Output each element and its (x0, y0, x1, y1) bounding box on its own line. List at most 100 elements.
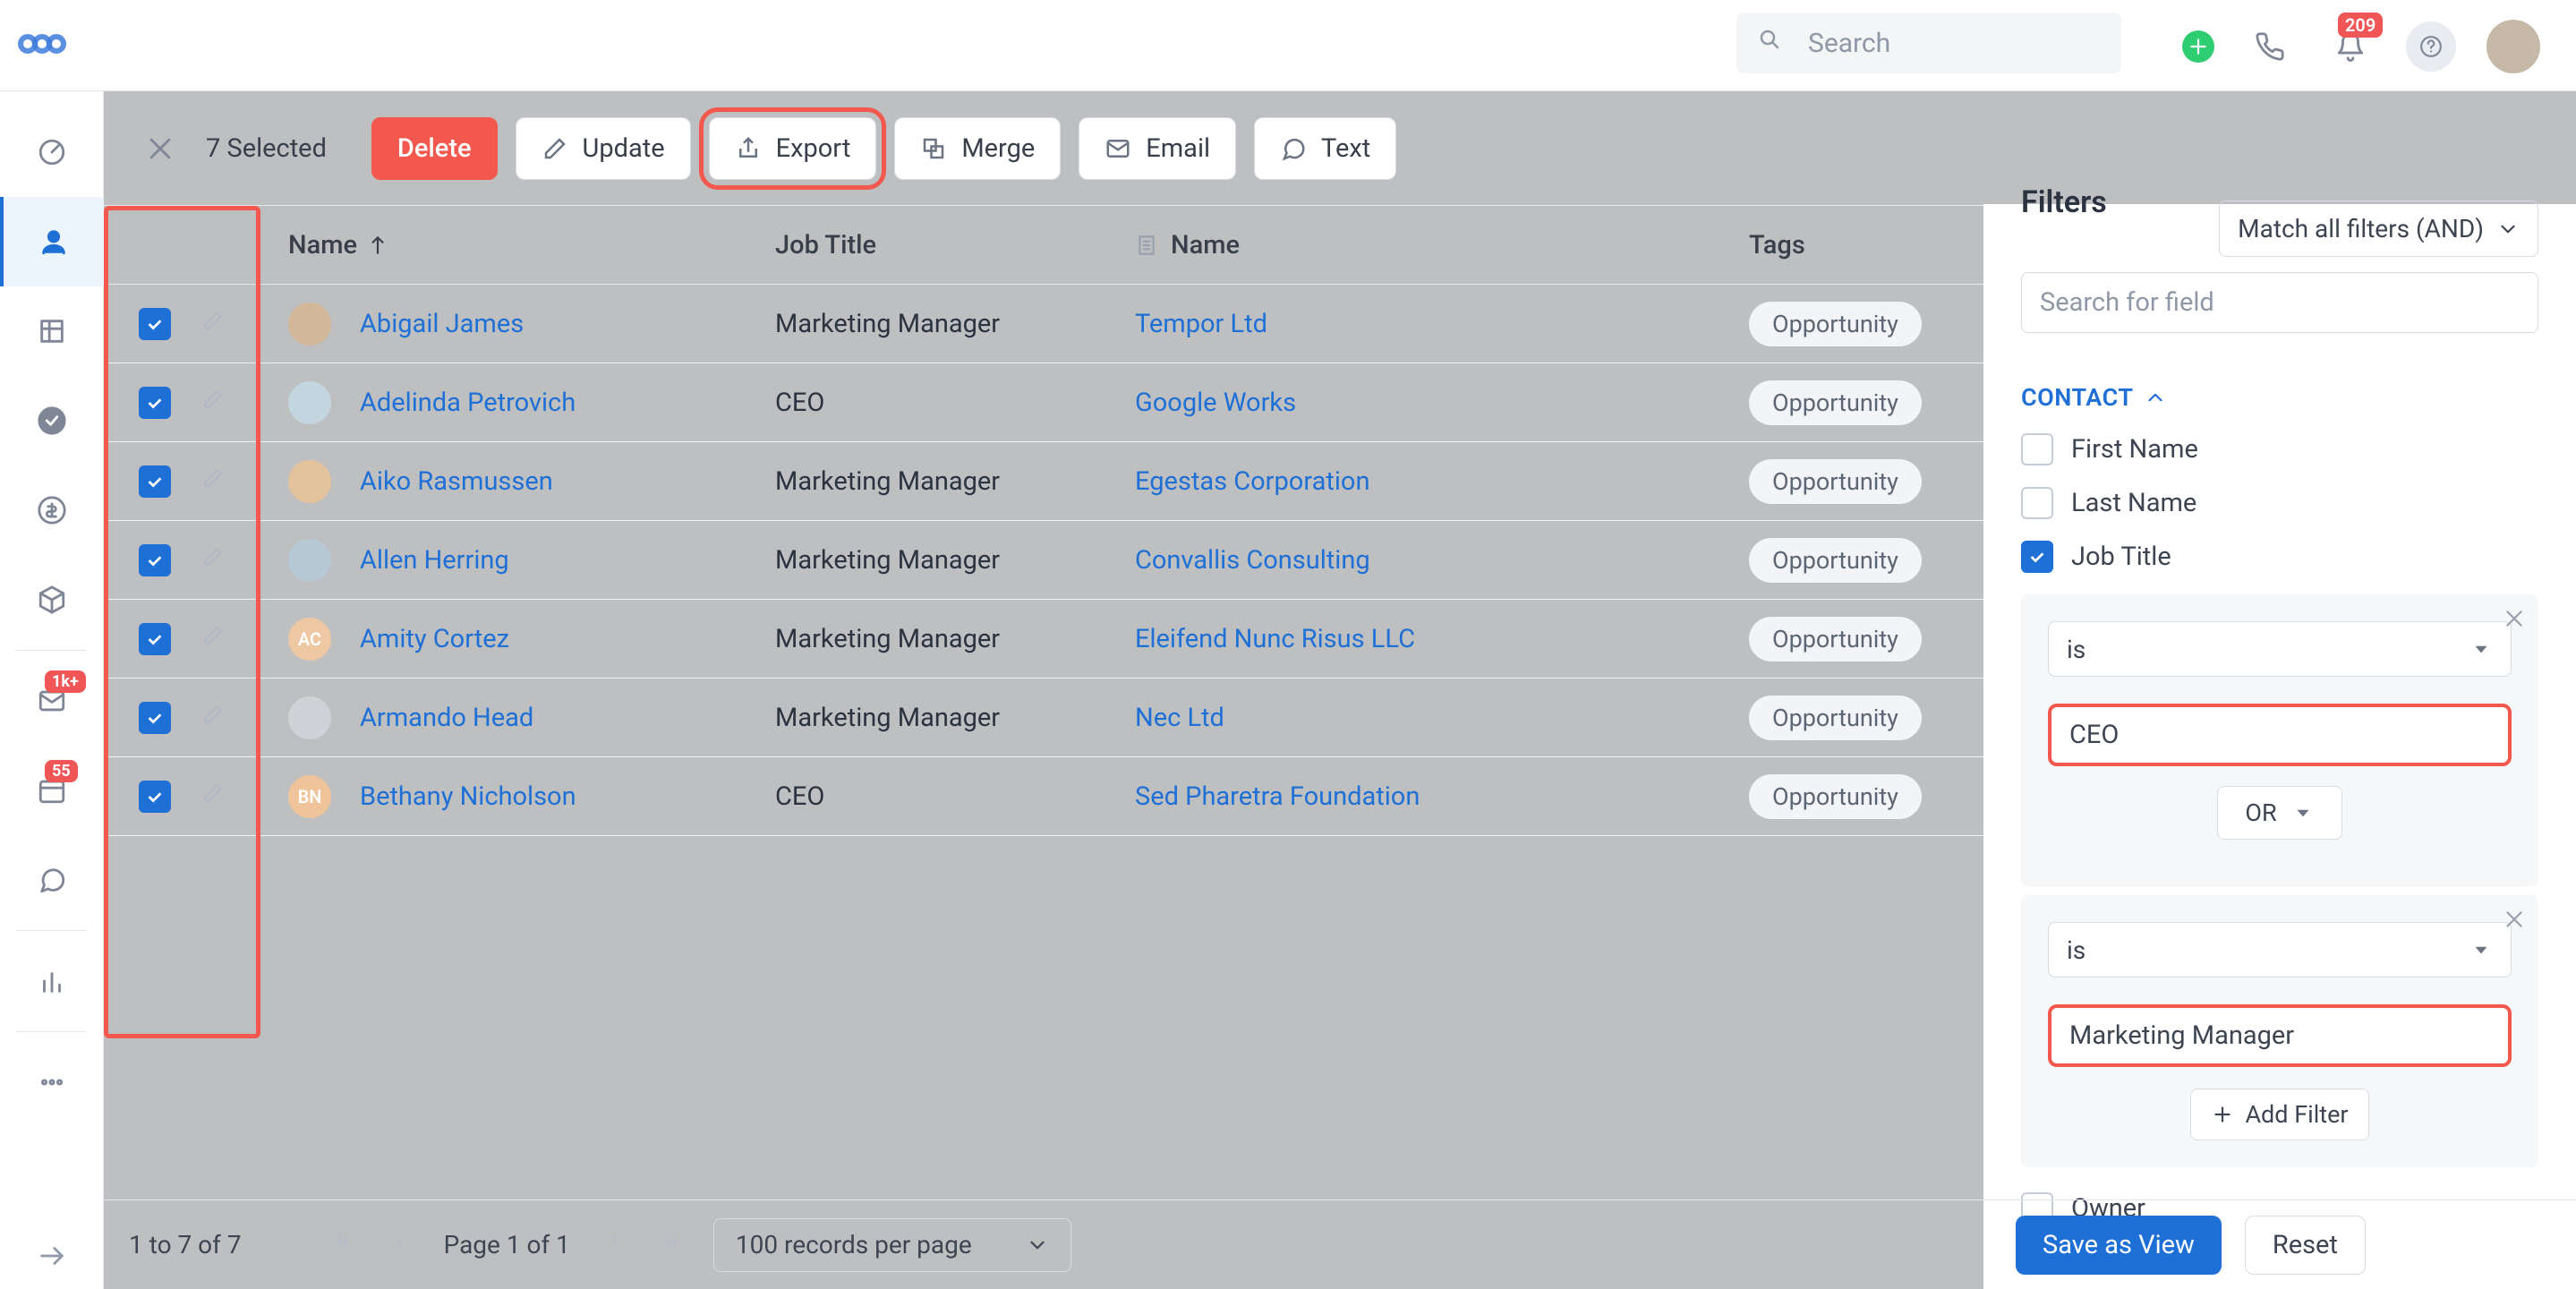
selected-count: 7 Selected (206, 133, 327, 164)
contact-name[interactable]: Adelinda Petrovich (360, 388, 576, 418)
save-view-button[interactable]: Save as View (2016, 1216, 2222, 1275)
logic-or[interactable]: OR (2217, 786, 2342, 840)
reset-button[interactable]: Reset (2245, 1216, 2366, 1275)
contact-name[interactable]: Bethany Nicholson (360, 781, 576, 812)
rail-more[interactable] (0, 1037, 104, 1127)
rail-mail[interactable]: 1k+ (0, 656, 104, 746)
bell-icon[interactable]: 209 (2325, 21, 2376, 72)
row-checkbox[interactable] (139, 623, 171, 655)
contact-name[interactable]: Aiko Rasmussen (360, 466, 553, 497)
phone-icon[interactable] (2245, 21, 2295, 72)
filter-first-name[interactable]: First Name (2021, 433, 2538, 465)
org-name[interactable]: Tempor Ltd (1135, 309, 1267, 339)
col-job[interactable]: Job Title (775, 230, 876, 260)
update-button[interactable]: Update (516, 117, 691, 180)
job-title-cell: Marketing Manager (775, 466, 1135, 497)
operator-select-1[interactable]: is (2048, 621, 2512, 677)
operator-select-2[interactable]: is (2048, 922, 2512, 977)
rail-calendar[interactable]: 55 (0, 746, 104, 835)
table-row[interactable]: Aiko Rasmussen Marketing ManagerEgestas C… (104, 442, 1983, 521)
table-row[interactable]: Allen HerringMarketing ManagerConvallis … (104, 521, 1983, 600)
contact-name[interactable]: Armando Head (360, 703, 533, 733)
user-avatar[interactable] (2486, 20, 2540, 73)
perpage-select[interactable]: 100 records per page (713, 1218, 1071, 1272)
rail-companies[interactable] (0, 286, 104, 376)
col-tags[interactable]: Tags (1749, 230, 1805, 260)
row-checkbox[interactable] (139, 308, 171, 340)
rail-collapse[interactable] (0, 1241, 104, 1271)
org-name[interactable]: Eleifend Nunc Risus LLC (1135, 624, 1415, 654)
row-checkbox[interactable] (139, 465, 171, 498)
rail-chat[interactable] (0, 835, 104, 925)
filter-value-2[interactable]: Marketing Manager (2048, 1004, 2512, 1067)
page-prev[interactable] (388, 1230, 412, 1259)
tag-pill: Opportunity (1749, 617, 1922, 662)
rail-dashboard[interactable] (0, 107, 104, 197)
rail-contacts[interactable] (0, 197, 104, 286)
edit-row-icon[interactable] (201, 388, 225, 418)
search-placeholder: Search (1808, 28, 1890, 59)
rail-tasks[interactable] (0, 376, 104, 465)
table-row[interactable]: BNBethany NicholsonCEOSed Pharetra Found… (104, 757, 1983, 836)
job-title-cell: Marketing Manager (775, 624, 1135, 654)
tag-pill: Opportunity (1749, 538, 1922, 583)
match-mode-select[interactable]: Match all filters (AND) (2219, 201, 2538, 257)
text-button[interactable]: Text (1254, 117, 1396, 180)
row-checkbox[interactable] (139, 387, 171, 419)
export-button[interactable]: Export (709, 117, 877, 180)
col-org[interactable]: Name (1171, 230, 1240, 260)
org-name[interactable]: Sed Pharetra Foundation (1135, 781, 1420, 812)
section-contact[interactable]: CONTACT (2021, 383, 2538, 412)
add-button[interactable] (2182, 30, 2214, 63)
row-checkbox[interactable] (139, 781, 171, 813)
org-name[interactable]: Google Works (1135, 388, 1296, 418)
chevron-down-icon (2496, 218, 2520, 241)
edit-row-icon[interactable] (201, 545, 225, 576)
table-row[interactable]: Abigail JamesMarketing ManagerTempor Ltd… (104, 285, 1983, 363)
page-first[interactable] (333, 1230, 356, 1259)
edit-row-icon[interactable] (201, 624, 225, 654)
page-next[interactable] (602, 1230, 626, 1259)
mail-icon (1105, 135, 1131, 162)
table-row[interactable]: Adelinda PetrovichCEOGoogle WorksOpportu… (104, 363, 1983, 442)
table-row[interactable]: ACAmity CortezMarketing ManagerEleifend … (104, 600, 1983, 679)
tag-pill: Opportunity (1749, 774, 1922, 819)
global-search[interactable]: Search (1736, 13, 2121, 73)
row-checkbox[interactable] (139, 702, 171, 734)
page-text: Page 1 of 1 (444, 1230, 570, 1259)
tag-pill: Opportunity (1749, 380, 1922, 425)
org-name[interactable]: Egestas Corporation (1135, 466, 1369, 497)
org-name[interactable]: Convallis Consulting (1135, 545, 1370, 576)
delete-button[interactable]: Delete (371, 117, 498, 180)
table-footer: 1 to 7 of 7 Page 1 of 1 100 records per … (104, 1199, 1983, 1289)
filter-job-title[interactable]: Job Title (2021, 541, 2538, 573)
contact-name[interactable]: Amity Cortez (360, 624, 509, 654)
col-name[interactable]: Name (288, 230, 357, 260)
help-icon[interactable] (2406, 21, 2456, 72)
edit-row-icon[interactable] (201, 309, 225, 339)
row-checkbox[interactable] (139, 544, 171, 576)
email-button[interactable]: Email (1079, 117, 1236, 180)
add-filter-button[interactable]: Add Filter (2190, 1088, 2369, 1140)
page-last[interactable] (658, 1230, 681, 1259)
org-name[interactable]: Nec Ltd (1135, 703, 1224, 733)
contact-name[interactable]: Abigail James (360, 309, 524, 339)
edit-row-icon[interactable] (201, 703, 225, 733)
rail-products[interactable] (0, 555, 104, 644)
clear-selection[interactable] (140, 128, 181, 169)
selection-toolbar: 7 Selected Delete Update Export Merge Em… (104, 91, 2576, 206)
rail-reports[interactable] (0, 936, 104, 1026)
filter-last-name[interactable]: Last Name (2021, 487, 2538, 519)
edit-row-icon[interactable] (201, 466, 225, 497)
edit-icon (542, 135, 568, 162)
rail-deals[interactable] (0, 465, 104, 555)
remove-filter-2[interactable] (2503, 908, 2526, 935)
remove-filter-1[interactable] (2503, 607, 2526, 634)
filter-value-1[interactable]: CEO (2048, 704, 2512, 766)
filter-search-input[interactable]: Search for field (2021, 272, 2538, 333)
edit-row-icon[interactable] (201, 781, 225, 812)
merge-button[interactable]: Merge (894, 117, 1061, 180)
table-row[interactable]: Armando HeadMarketing ManagerNec LtdOppo… (104, 679, 1983, 757)
contact-name[interactable]: Allen Herring (360, 545, 509, 576)
job-title-cell: Marketing Manager (775, 703, 1135, 733)
